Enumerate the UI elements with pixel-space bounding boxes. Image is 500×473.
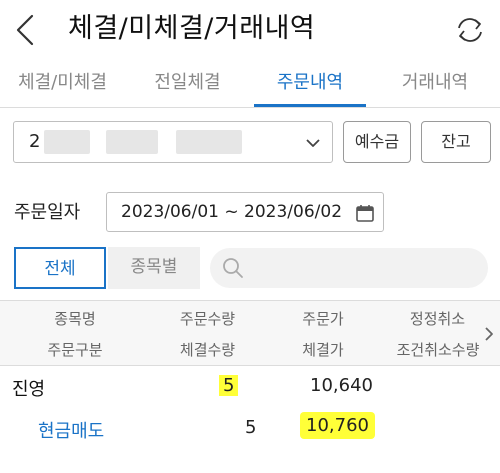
page-title: 체결/미체결/거래내역 <box>68 13 316 44</box>
search-input[interactable] <box>210 248 488 288</box>
chevron-left-icon <box>16 14 34 46</box>
chevron-right-icon[interactable] <box>482 325 496 343</box>
order-type: 현금매도 <box>38 421 105 442</box>
order-qty: 5 <box>219 375 239 396</box>
filter-all-button[interactable]: 전체 <box>14 247 106 289</box>
back-button[interactable] <box>8 10 44 50</box>
refresh-icon <box>458 18 482 42</box>
calendar-icon[interactable] <box>355 203 375 223</box>
filled-qty: 5 <box>245 417 257 438</box>
account-select[interactable]: 2 <box>13 121 333 163</box>
order-date-range-value: 2023/06/01 ~ 2023/06/02 <box>121 202 343 222</box>
account-number-prefix: 2 <box>29 131 41 152</box>
col-amend-cancel: 정정취소 <box>409 310 466 328</box>
col-order-qty: 주문수량 <box>179 310 236 328</box>
active-tab-indicator <box>254 104 366 107</box>
balance-button[interactable]: 잔고 <box>421 121 491 163</box>
filled-price: 10,760 <box>300 412 375 439</box>
tab-prev-day-filled[interactable]: 전일체결 <box>125 68 250 108</box>
col-filled-qty: 체결수량 <box>179 341 236 359</box>
table-header: 종목명 주문수량 주문가 정정취소 주문구분 체결수량 체결가 조건취소수량 <box>0 300 500 366</box>
col-conditional-cancel-qty: 조건취소수량 <box>396 341 480 359</box>
tab-filled-unfilled[interactable]: 체결/미체결 <box>0 68 125 108</box>
app-header: 체결/미체결/거래내역 <box>0 0 500 60</box>
tab-transaction-history[interactable]: 거래내역 <box>370 68 500 108</box>
col-order-price: 주문가 <box>302 310 344 328</box>
masked-account-part <box>106 130 158 154</box>
order-date-label: 주문일자 <box>14 202 81 223</box>
chevron-down-icon <box>306 139 320 147</box>
order-price: 10,640 <box>310 375 373 396</box>
tab-bar: 체결/미체결 전일체결 주문내역 거래내역 <box>0 60 500 108</box>
search-icon <box>223 258 243 278</box>
filter-by-stock-button[interactable]: 종목별 <box>108 247 200 289</box>
order-date-range-field[interactable]: 2023/06/01 ~ 2023/06/02 <box>106 192 384 232</box>
col-stock-name: 종목명 <box>54 310 96 328</box>
deposit-button[interactable]: 예수금 <box>343 121 411 163</box>
masked-account-part <box>44 130 90 154</box>
masked-account-part <box>176 130 242 154</box>
col-filled-price: 체결가 <box>302 341 344 359</box>
stock-name: 진영 <box>12 379 46 400</box>
refresh-button[interactable] <box>452 12 488 48</box>
col-order-type: 주문구분 <box>47 341 103 359</box>
tab-order-history[interactable]: 주문내역 <box>250 68 370 108</box>
